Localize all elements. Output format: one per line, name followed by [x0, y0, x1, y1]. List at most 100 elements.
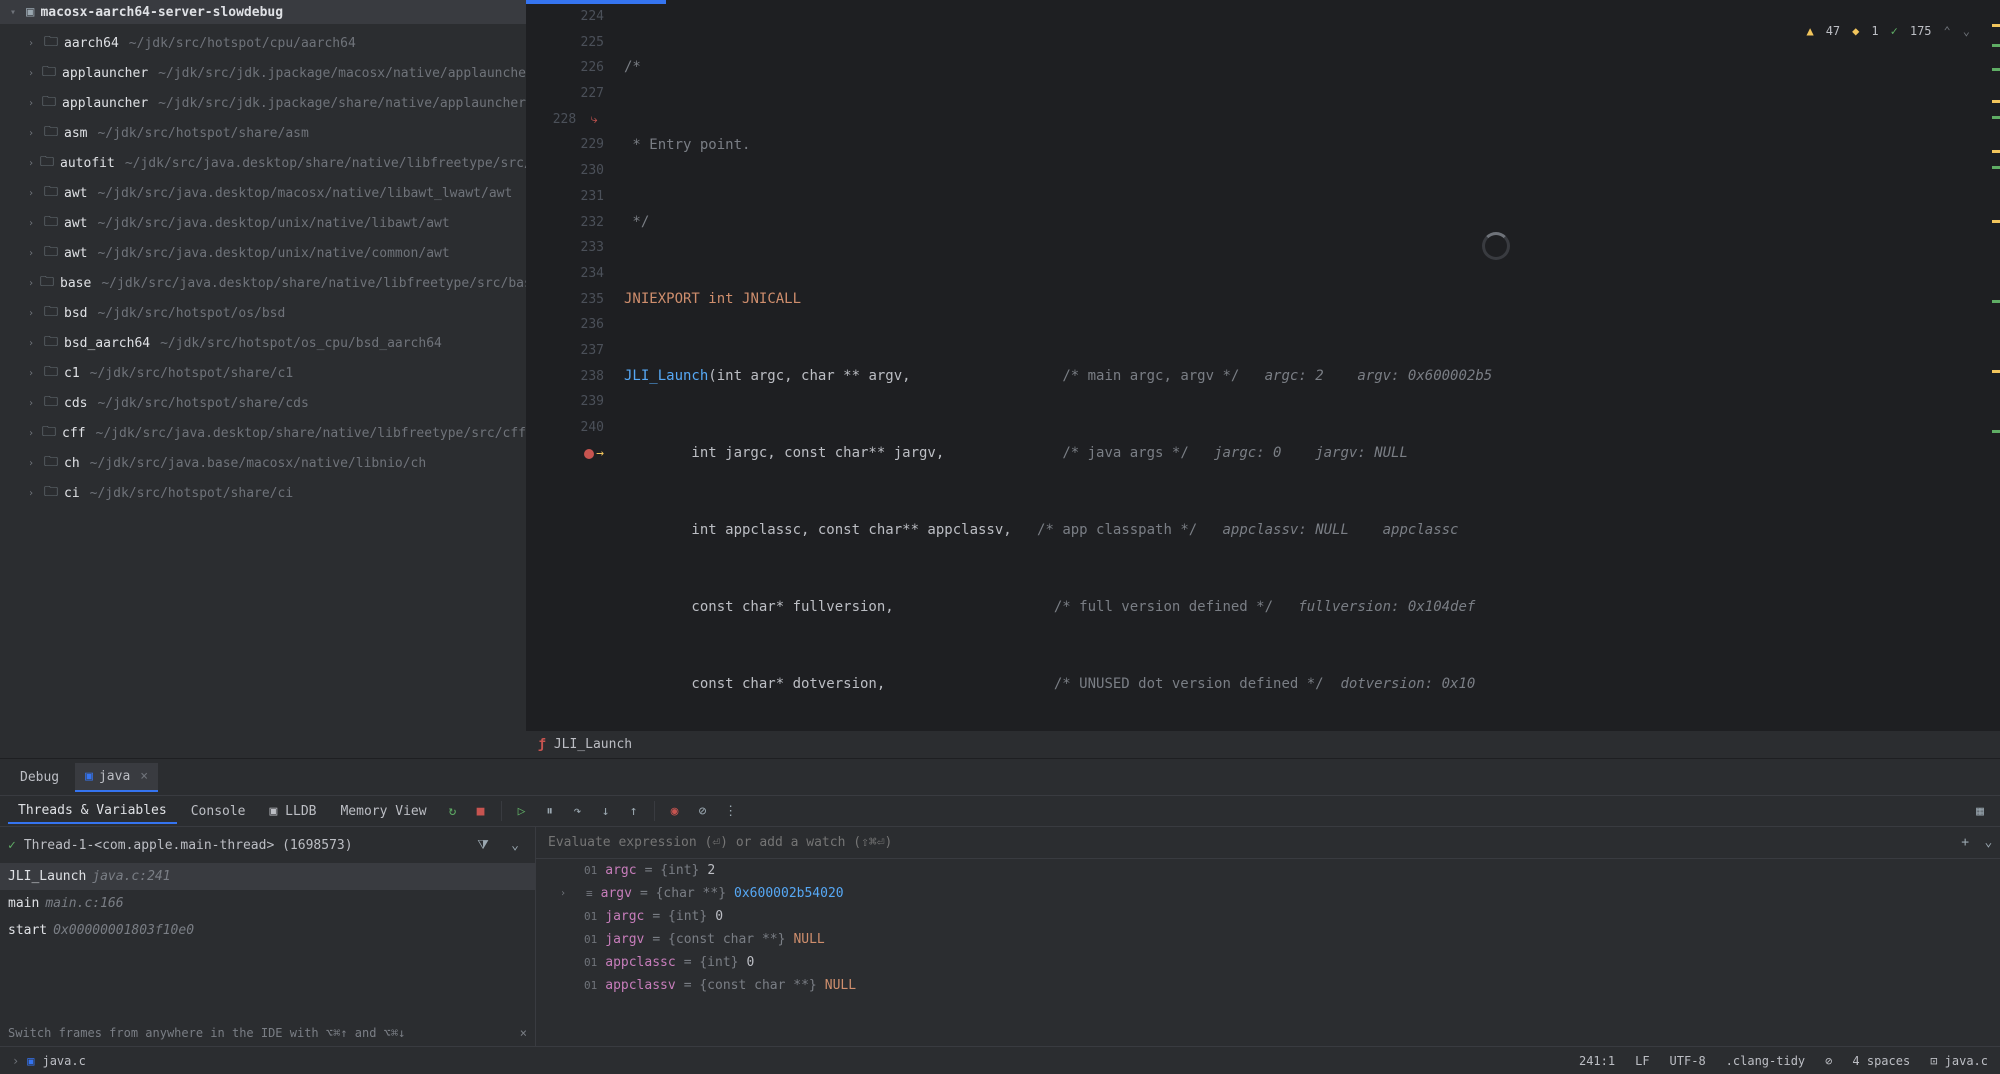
view-breakpoints-icon[interactable]: ◉ [663, 799, 687, 823]
folder-icon: 🗀 [44, 121, 58, 145]
tree-folder[interactable]: ›🗀c1~/jdk/src/hotspot/share/c1 [0, 358, 526, 388]
breakpoint-execution-icon[interactable]: → [584, 441, 604, 467]
filter-icon[interactable]: ⧩ [471, 833, 495, 857]
chevron-right-icon[interactable]: › [560, 888, 570, 899]
caret-position[interactable]: 241:1 [1579, 1054, 1615, 1068]
tree-folder[interactable]: ›🗀cff~/jdk/src/java.desktop/share/native… [0, 418, 526, 448]
tree-folder[interactable]: ›🗀bsd~/jdk/src/hotspot/os/bsd [0, 298, 526, 328]
folder-name: c1 [64, 366, 80, 381]
error-stripe[interactable] [1988, 20, 2000, 460]
breadcrumb[interactable]: ƒ JLI_Launch [526, 730, 2000, 758]
line-separator[interactable]: LF [1635, 1054, 1649, 1068]
variable-value: 0 [715, 909, 723, 924]
chevron-right-icon: › [28, 338, 38, 349]
editor: ▲ 47 ◆ 1 ✓ 175 ⌃ ⌄ 224 225 [526, 0, 2000, 758]
tree-folder[interactable]: ›🗀awt~/jdk/src/java.desktop/macosx/nativ… [0, 178, 526, 208]
tab-threads-variables[interactable]: Threads & Variables [8, 799, 177, 824]
tree-folder[interactable]: ›🗀aarch64~/jdk/src/hotspot/cpu/aarch64 [0, 28, 526, 58]
weak-warning-icon: ◆ [1852, 24, 1859, 38]
rerun-icon[interactable]: ↻ [441, 799, 465, 823]
variable-type: = {int} [684, 955, 739, 970]
pause-icon[interactable]: ⏸ [538, 799, 562, 823]
expand-icon[interactable]: ⌄ [1977, 831, 2000, 855]
inspection-widget[interactable]: ▲ 47 ◆ 1 ✓ 175 ⌃ ⌄ [1806, 24, 1970, 38]
tree-folder[interactable]: ›🗀applauncher~/jdk/src/jdk.jpackage/maco… [0, 58, 526, 88]
step-over-icon[interactable]: ↷ [566, 799, 590, 823]
stop-icon[interactable]: ■ [469, 799, 493, 823]
add-watch-icon[interactable]: + [1954, 831, 1977, 855]
gutter[interactable]: 224 225 226 227 228 ⤷ 229 230 231 232 23… [526, 4, 616, 730]
tab-lldb[interactable]: ▣ LLDB [260, 800, 327, 823]
folder-icon: 🗀 [42, 421, 56, 445]
next-highlight-icon[interactable]: ⌄ [1963, 24, 1970, 38]
variable-row[interactable]: 01argc= {int}2 [536, 859, 2000, 882]
stack-frame[interactable]: mainmain.c:166 [0, 890, 535, 917]
tab-memory-view[interactable]: Memory View [330, 800, 436, 823]
stack-frame[interactable]: JLI_Launch java.c:241 [0, 863, 535, 890]
run-gutter-icon[interactable]: ⤷ [584, 107, 604, 133]
check-icon: ✓ [8, 838, 16, 853]
context-label[interactable]: ⊡ java.c [1930, 1054, 1988, 1068]
folder-name: base [60, 276, 91, 291]
variable-row[interactable]: 01appclassc= {int}0 [536, 951, 2000, 974]
mute-breakpoints-icon[interactable]: ⊘ [691, 799, 715, 823]
variable-name: appclassc [605, 955, 675, 970]
tree-folder[interactable]: ›🗀cds~/jdk/src/hotspot/share/cds [0, 388, 526, 418]
folder-icon: 🗀 [44, 301, 58, 325]
variable-row[interactable]: 01appclassv= {const char **}NULL [536, 974, 2000, 997]
folder-name: asm [64, 126, 87, 141]
folder-path: ~/jdk/src/jdk.jpackage/share/native/appl… [158, 96, 526, 111]
step-out-icon[interactable]: ↑ [622, 799, 646, 823]
layout-settings-icon[interactable]: ▦ [1968, 799, 1992, 823]
folder-name: bsd_aarch64 [64, 336, 150, 351]
folder-path: ~/jdk/src/hotspot/share/cds [97, 396, 308, 411]
folder-path: ~/jdk/src/java.desktop/share/native/libf… [96, 426, 526, 441]
step-into-icon[interactable]: ↓ [594, 799, 618, 823]
warning-count: 47 [1826, 24, 1840, 38]
variable-row[interactable]: 01jargv= {const char **}NULL [536, 928, 2000, 951]
tree-folder[interactable]: ›🗀awt~/jdk/src/java.desktop/unix/native/… [0, 238, 526, 268]
thread-selector[interactable]: ✓ Thread-1-<com.apple.main-thread> (1698… [0, 827, 535, 863]
analyzer[interactable]: .clang-tidy [1726, 1054, 1805, 1068]
variable-value: NULL [825, 978, 856, 993]
tree-folder[interactable]: ›🗀awt~/jdk/src/java.desktop/unix/native/… [0, 208, 526, 238]
variable-row[interactable]: 01jargc= {int}0 [536, 905, 2000, 928]
resume-icon[interactable]: ▷ [510, 799, 534, 823]
variable-type-icon: 01 [584, 933, 597, 946]
close-icon[interactable]: × [520, 1026, 527, 1040]
tree-folder[interactable]: ›🗀applauncher~/jdk/src/jdk.jpackage/shar… [0, 88, 526, 118]
tree-folder[interactable]: ›🗀bsd_aarch64~/jdk/src/hotspot/os_cpu/bs… [0, 328, 526, 358]
debug-tool-window: Debug ▣ java × Threads & Variables Conso… [0, 758, 2000, 1046]
evaluate-expression-input[interactable] [536, 827, 1954, 858]
frame-location: java.c:241 [92, 869, 170, 884]
folder-icon: 🗀 [40, 151, 54, 175]
tree-folder[interactable]: ›🗀ch~/jdk/src/java.base/macosx/native/li… [0, 448, 526, 478]
more-icon[interactable]: ⋮ [719, 799, 743, 823]
variable-type-icon: 01 [584, 979, 597, 992]
close-icon[interactable]: × [140, 769, 148, 784]
prev-highlight-icon[interactable]: ⌃ [1944, 24, 1951, 38]
code-area[interactable]: /* * Entry point. */ JNIEXPORT int JNICA… [616, 4, 2000, 730]
app-icon: ▣ [85, 769, 93, 784]
frame-function: JLI_Launch [8, 869, 86, 884]
chevron-right-icon: › [28, 38, 38, 49]
tree-folder[interactable]: ›🗀autofit~/jdk/src/java.desktop/share/na… [0, 148, 526, 178]
indent[interactable]: 4 spaces [1852, 1054, 1910, 1068]
readonly-toggle-icon[interactable]: ⊘ [1825, 1054, 1832, 1068]
tree-folder[interactable]: ›🗀asm~/jdk/src/hotspot/share/asm [0, 118, 526, 148]
tree-folder[interactable]: ›🗀ci~/jdk/src/hotspot/share/ci [0, 478, 526, 508]
variable-row[interactable]: ›≡argv= {char **}0x600002b54020 [536, 882, 2000, 905]
nav-back-icon[interactable]: › [12, 1054, 19, 1068]
frame-function: main [8, 896, 39, 911]
variable-name: jargv [605, 932, 644, 947]
folder-path: ~/jdk/src/java.desktop/unix/native/libaw… [97, 216, 449, 231]
tree-root-header[interactable]: ▾ ▣ macosx-aarch64-server-slowdebug [0, 0, 526, 24]
folder-name: awt [64, 246, 87, 261]
status-file[interactable]: java.c [42, 1054, 85, 1068]
tree-folder[interactable]: ›🗀base~/jdk/src/java.desktop/share/nativ… [0, 268, 526, 298]
chevron-down-icon[interactable]: ⌄ [503, 833, 527, 857]
file-encoding[interactable]: UTF-8 [1670, 1054, 1706, 1068]
tab-console[interactable]: Console [181, 800, 256, 823]
debug-session-tab[interactable]: ▣ java × [75, 763, 158, 792]
stack-frame[interactable]: start0x00000001803f10e0 [0, 917, 535, 944]
